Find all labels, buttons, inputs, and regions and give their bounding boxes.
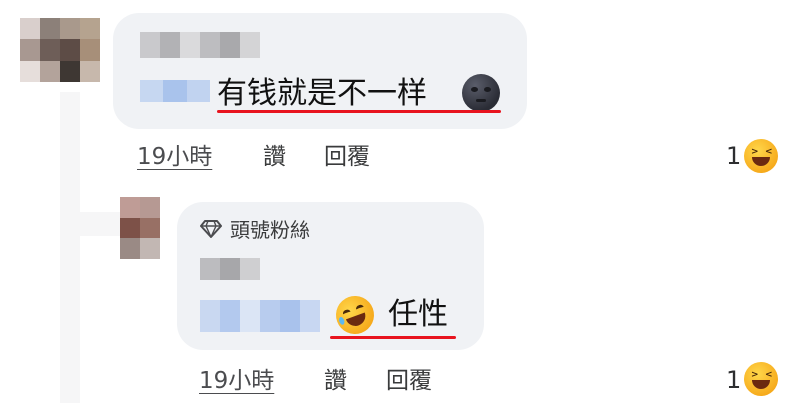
comment-text: 有钱就是不一样 (217, 76, 427, 111)
laughing-face-icon[interactable]: > < (744, 139, 778, 173)
reaction-count[interactable]: 1 (726, 142, 741, 170)
timestamp-link[interactable]: 19小時 (137, 143, 212, 171)
new-moon-face-icon (462, 74, 500, 112)
timestamp-link[interactable]: 19小時 (199, 367, 274, 395)
top-fan-badge[interactable]: 頭號粉絲 (230, 218, 310, 242)
comment-text: 任性 (388, 297, 448, 332)
censored-username[interactable] (140, 32, 260, 58)
censored-mention[interactable] (200, 300, 320, 332)
avatar[interactable] (120, 197, 160, 259)
red-underline (217, 110, 501, 113)
avatar[interactable] (20, 18, 100, 82)
like-button[interactable]: 讚 (324, 367, 347, 395)
reaction-count[interactable]: 1 (726, 366, 741, 394)
like-button[interactable]: 讚 (263, 143, 286, 171)
censored-mention[interactable] (140, 80, 210, 102)
censored-username[interactable] (200, 258, 260, 280)
laughing-face-icon[interactable]: > < (744, 362, 778, 396)
red-underline (330, 336, 456, 339)
diamond-icon (200, 219, 222, 239)
reply-button[interactable]: 回覆 (324, 143, 370, 171)
thread-line (60, 92, 80, 403)
thread-branch (60, 212, 120, 236)
reply-button[interactable]: 回覆 (386, 367, 432, 395)
